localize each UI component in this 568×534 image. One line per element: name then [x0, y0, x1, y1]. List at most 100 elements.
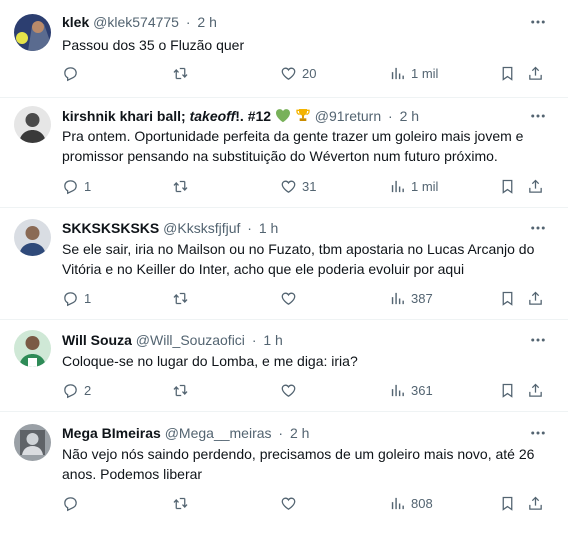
like-button[interactable] [280, 493, 302, 513]
display-name-italic: takeoff [189, 108, 236, 124]
timestamp[interactable]: 1 h [263, 332, 282, 348]
handle[interactable]: @klek574775 [93, 14, 179, 30]
more-options-button[interactable] [528, 106, 548, 126]
bookmark-icon [502, 179, 513, 194]
avatar[interactable] [14, 424, 51, 461]
trophy-emoji-icon [296, 109, 310, 121]
timestamp[interactable]: 2 h [400, 108, 419, 124]
more-options-button[interactable] [528, 218, 548, 238]
tweet[interactable]: klek @klek574775 · 2 h Passou dos 35 o F… [0, 0, 568, 98]
tweet-text: Passou dos 35 o Fluzão quer [62, 37, 245, 53]
reply-button[interactable]: 2 [62, 380, 91, 400]
like-button[interactable]: 20 [280, 63, 316, 83]
avatar[interactable] [14, 14, 51, 51]
bookmark-icon [502, 383, 513, 398]
avatar[interactable] [14, 330, 51, 367]
retweet-button[interactable] [172, 176, 194, 196]
views-count: 1 mil [411, 65, 439, 81]
retweet-icon [173, 292, 188, 304]
retweet-icon [173, 180, 188, 192]
tweet[interactable]: Will Souza @Will_Souzaofici · 1 h Coloqu… [0, 320, 568, 412]
views-chart-icon [391, 384, 404, 396]
display-name-suffix: !. #12 [235, 108, 272, 124]
timestamp[interactable]: 2 h [290, 425, 309, 441]
tweet[interactable]: SKKSKSKSKS @Kksksfjfjuf · 1 h Se ele sai… [0, 208, 568, 320]
reply-count: 1 [84, 178, 92, 194]
timestamp[interactable]: 2 h [197, 14, 216, 30]
display-name[interactable]: Will Souza [62, 332, 132, 348]
reply-icon [64, 66, 77, 81]
tweet-header: SKKSKSKSKS @Kksksfjfjuf · 1 h [62, 218, 278, 238]
avatar[interactable] [14, 106, 51, 143]
like-button[interactable]: 31 [280, 176, 316, 196]
retweet-button[interactable] [172, 493, 194, 513]
timestamp[interactable]: 1 h [259, 220, 278, 236]
tweet-actions: 1 31 1 mil [0, 176, 568, 196]
handle[interactable]: @91return [315, 108, 381, 124]
views-chart-icon [391, 67, 404, 79]
share-button[interactable] [527, 493, 544, 513]
handle[interactable]: @Will_Souzaofici [136, 332, 245, 348]
views-button[interactable]: 361 [389, 380, 433, 400]
retweet-button[interactable] [172, 380, 194, 400]
reply-count: 1 [84, 290, 92, 306]
display-name-part: kirshnik khari ball; [62, 108, 190, 124]
reply-button[interactable]: 1 [62, 176, 91, 196]
more-options-button[interactable] [528, 12, 548, 32]
handle[interactable]: @Kksksfjfjuf [163, 220, 240, 236]
heart-icon [281, 67, 296, 80]
like-count: 31 [302, 178, 317, 194]
bookmark-button[interactable] [499, 176, 516, 196]
share-button[interactable] [527, 288, 544, 308]
tweet[interactable]: Mega BImeiras @Mega__meiras · 2 h Não ve… [0, 412, 568, 534]
retweet-button[interactable] [172, 288, 194, 308]
more-options-button[interactable] [528, 330, 548, 350]
views-count: 808 [411, 495, 433, 511]
reply-button[interactable]: 1 [62, 288, 91, 308]
reply-button[interactable] [62, 63, 84, 83]
reply-button[interactable] [62, 493, 84, 513]
tweet-text: Não vejo nós saindo perdendo, precisamos… [62, 446, 535, 482]
retweet-icon [173, 67, 188, 79]
display-name[interactable]: klek [62, 14, 89, 30]
views-count: 387 [411, 290, 433, 306]
views-count: 361 [411, 382, 433, 398]
tweet-header: klek @klek574775 · 2 h [62, 12, 217, 32]
handle[interactable]: @Mega__meiras [165, 425, 272, 441]
tweet-actions: 1 387 [0, 288, 568, 308]
tweet-header: kirshnik khari ball; takeoff!. #12 @91re… [62, 106, 419, 126]
bookmark-button[interactable] [499, 288, 516, 308]
like-button[interactable] [280, 288, 302, 308]
views-button[interactable]: 1 mil [389, 176, 438, 196]
more-options-button[interactable] [528, 423, 548, 443]
display-name[interactable]: Mega BImeiras [62, 425, 161, 441]
views-button[interactable]: 387 [389, 288, 433, 308]
tweet-header: Mega BImeiras @Mega__meiras · 2 h [62, 423, 309, 443]
avatar[interactable] [14, 219, 51, 256]
views-button[interactable]: 1 mil [389, 63, 438, 83]
tweet[interactable]: kirshnik khari ball; takeoff!. #12 @91re… [0, 98, 568, 208]
bookmark-button[interactable] [499, 63, 516, 83]
views-chart-icon [391, 292, 404, 304]
views-button[interactable]: 808 [389, 493, 433, 513]
reply-icon [64, 291, 77, 306]
share-icon [529, 291, 542, 305]
like-button[interactable] [280, 380, 302, 400]
more-dots-icon [531, 226, 545, 230]
share-button[interactable] [527, 176, 544, 196]
display-name[interactable]: SKKSKSKSKS [62, 220, 159, 236]
bookmark-button[interactable] [499, 380, 516, 400]
views-chart-icon [391, 180, 404, 192]
bookmark-icon [502, 66, 513, 81]
more-dots-icon [531, 20, 545, 24]
separator-dot: · [388, 108, 393, 124]
display-name[interactable]: kirshnik khari ball; takeoff!. #12 [62, 108, 271, 124]
share-icon [529, 66, 542, 80]
more-dots-icon [531, 338, 545, 342]
retweet-button[interactable] [172, 63, 194, 83]
like-count: 20 [302, 65, 317, 81]
share-button[interactable] [527, 63, 544, 83]
share-button[interactable] [527, 380, 544, 400]
share-icon [529, 179, 542, 193]
bookmark-button[interactable] [499, 493, 516, 513]
